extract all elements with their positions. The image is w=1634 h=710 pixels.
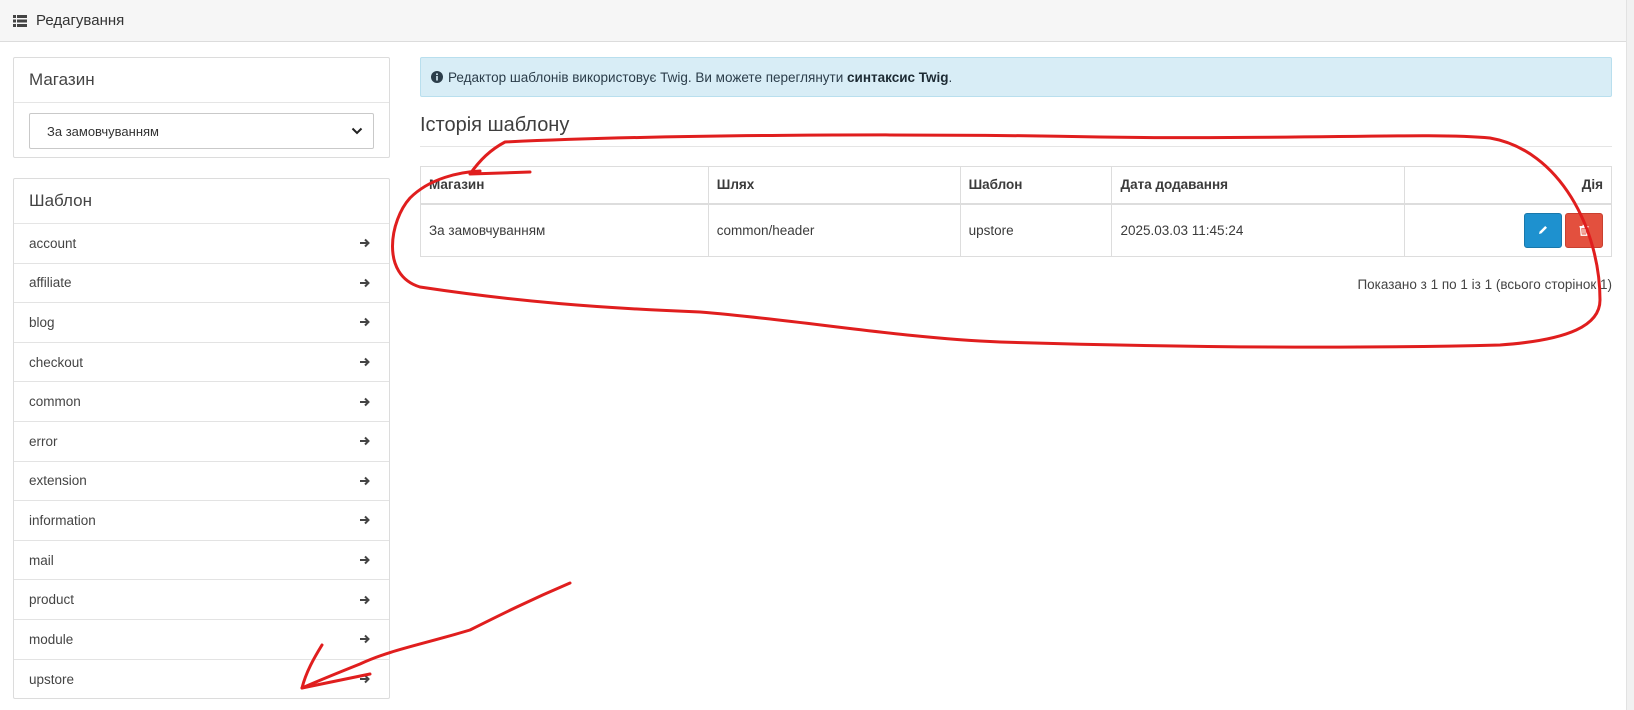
page-heading: Редагування bbox=[0, 0, 1626, 42]
template-item-label: common bbox=[29, 394, 81, 410]
template-item-common[interactable]: common bbox=[14, 382, 389, 422]
store-select-value: За замовчуванням bbox=[47, 123, 159, 139]
template-item-product[interactable]: product bbox=[14, 580, 389, 620]
twig-syntax-link[interactable]: синтаксис Twig bbox=[847, 70, 948, 85]
store-panel: Магазин За замовчуванням bbox=[13, 57, 390, 158]
cell-actions bbox=[1404, 203, 1612, 257]
template-item-mail[interactable]: mail bbox=[14, 541, 389, 581]
info-alert: Редактор шаблонів використовує Twig. Ви … bbox=[420, 57, 1612, 97]
arrow-right-icon bbox=[360, 278, 370, 288]
column-header-store: Магазин bbox=[420, 166, 709, 205]
cell-template: upstore bbox=[959, 203, 1113, 257]
template-item-label: blog bbox=[29, 314, 55, 330]
arrow-right-icon bbox=[360, 437, 370, 446]
template-item-label: mail bbox=[29, 552, 54, 568]
delete-button[interactable] bbox=[1565, 212, 1603, 248]
history-table: Магазин Шлях Шаблон Дата додавання Дія З… bbox=[420, 166, 1612, 257]
template-item-extension[interactable]: extension bbox=[14, 462, 389, 502]
template-item-checkout[interactable]: checkout bbox=[14, 343, 389, 383]
template-panel-title: Шаблон bbox=[14, 179, 389, 224]
arrow-right-icon bbox=[360, 476, 370, 486]
trash-icon bbox=[1579, 225, 1589, 237]
arrow-right-icon bbox=[360, 635, 370, 644]
template-item-upstore[interactable]: upstore bbox=[14, 660, 389, 700]
chevron-down-icon bbox=[351, 127, 363, 135]
history-title: Історія шаблону bbox=[420, 114, 570, 136]
store-panel-title: Магазин bbox=[14, 58, 389, 103]
list-icon bbox=[13, 14, 27, 27]
template-item-label: upstore bbox=[29, 671, 75, 687]
table-row: За замовчуванням common/header upstore 2… bbox=[420, 203, 1612, 257]
arrow-right-icon bbox=[360, 318, 370, 327]
page-title: Редагування bbox=[36, 12, 125, 29]
pagination-text: Показано з 1 по 1 із 1 (всього сторінок … bbox=[1357, 277, 1612, 292]
pencil-icon bbox=[1539, 226, 1547, 235]
template-item-label: information bbox=[29, 512, 96, 528]
template-item-label: module bbox=[29, 631, 74, 647]
edit-button[interactable] bbox=[1524, 212, 1562, 248]
cell-store: За замовчуванням bbox=[420, 203, 709, 257]
template-item-error[interactable]: error bbox=[14, 422, 389, 462]
template-item-label: account bbox=[29, 235, 77, 251]
template-item-label: affiliate bbox=[29, 275, 72, 291]
scrollbar[interactable] bbox=[1626, 0, 1634, 710]
column-header-action: Дія bbox=[1404, 166, 1612, 205]
template-item-account[interactable]: account bbox=[14, 224, 389, 264]
alert-suffix: . bbox=[948, 69, 953, 85]
arrow-right-icon bbox=[360, 555, 370, 565]
template-item-label: error bbox=[29, 433, 58, 449]
arrow-right-icon bbox=[360, 397, 370, 406]
cell-path: common/header bbox=[707, 203, 961, 257]
arrow-right-icon bbox=[360, 239, 370, 248]
template-item-module[interactable]: module bbox=[14, 620, 389, 660]
column-header-template: Шаблон bbox=[959, 166, 1113, 205]
column-header-date-added: Дата додавання bbox=[1111, 166, 1406, 205]
info-circle-icon bbox=[431, 71, 443, 83]
table-header-row: Магазин Шлях Шаблон Дата додавання Дія bbox=[420, 166, 1612, 205]
template-list: account affiliate blog checkout common e… bbox=[14, 224, 389, 699]
template-item-affiliate[interactable]: affiliate bbox=[14, 264, 389, 304]
template-item-blog[interactable]: blog bbox=[14, 303, 389, 343]
arrow-right-icon bbox=[360, 595, 370, 604]
alert-text: Редактор шаблонів використовує Twig. Ви … bbox=[448, 69, 848, 85]
template-item-label: checkout bbox=[29, 354, 84, 370]
arrow-right-icon bbox=[360, 675, 370, 684]
divider bbox=[420, 146, 1612, 147]
cell-date-added: 2025.03.03 11:45:24 bbox=[1111, 203, 1406, 257]
store-select[interactable]: За замовчуванням bbox=[29, 113, 374, 149]
template-item-label: extension bbox=[29, 473, 87, 489]
column-header-path: Шлях bbox=[707, 166, 961, 205]
arrow-right-icon bbox=[360, 357, 370, 367]
template-panel: Шаблон account affiliate blog checkout c… bbox=[13, 178, 390, 699]
arrow-right-icon bbox=[360, 516, 370, 525]
template-item-label: product bbox=[29, 592, 75, 608]
template-item-information[interactable]: information bbox=[14, 501, 389, 541]
